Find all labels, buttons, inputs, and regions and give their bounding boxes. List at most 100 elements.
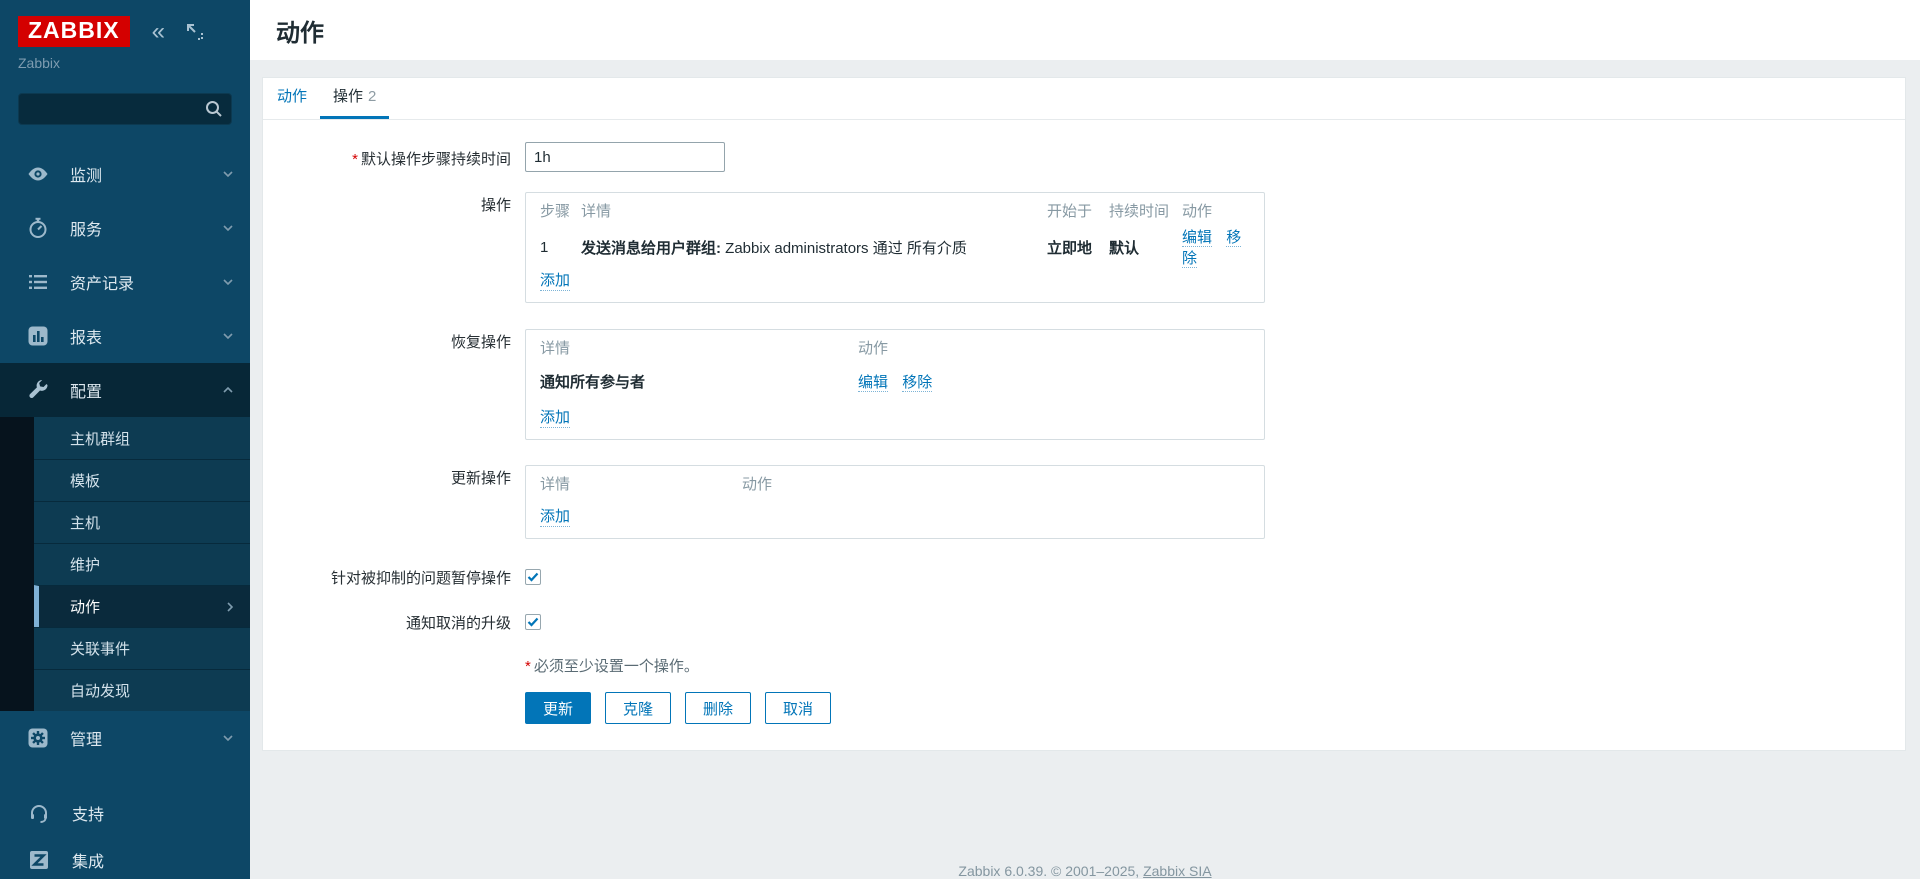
double-chevron-left-icon: «	[152, 22, 163, 42]
clone-button[interactable]: 克隆	[605, 692, 671, 724]
sidebar-item-label: 支持	[72, 801, 104, 825]
tab-action[interactable]: 动作	[264, 78, 320, 119]
add-update-link[interactable]: 添加	[540, 505, 570, 527]
zabbix-sia-link[interactable]: Zabbix SIA	[1143, 863, 1211, 879]
stopwatch-icon	[26, 216, 50, 240]
sidebar-item-support[interactable]: 支持	[0, 789, 250, 836]
operation-type: 发送消息给用户群组:	[581, 240, 721, 257]
expand-fullscreen-icon[interactable]	[185, 22, 205, 42]
pause-suppressed-row: 针对被抑制的问题暂停操作	[277, 565, 1891, 588]
page-footer: Zabbix 6.0.39. © 2001–2025, Zabbix SIA	[250, 863, 1920, 879]
main-menu: 监测 服务	[0, 147, 250, 879]
operation-step: 1	[540, 239, 581, 256]
page-header: 动作	[250, 0, 1920, 60]
sidebar-item-integrations[interactable]: 集成	[0, 836, 250, 879]
required-asterisk: *	[352, 151, 358, 168]
delete-button[interactable]: 删除	[685, 692, 751, 724]
remove-recovery-link[interactable]: 移除	[902, 374, 932, 392]
chevron-down-icon	[222, 734, 234, 742]
add-recovery-link[interactable]: 添加	[540, 406, 570, 428]
operations-table: 步骤 详情 开始于 持续时间 动作 1 发送消息给用户群组: Zabbix ad…	[525, 192, 1265, 303]
pause-suppressed-label: 针对被抑制的问题暂停操作	[277, 565, 511, 588]
wrench-icon	[26, 378, 50, 402]
sidebar-item-inventory[interactable]: 资产记录	[0, 255, 250, 309]
chevron-down-icon	[222, 170, 234, 178]
sidebar-item-actions[interactable]: 动作	[34, 585, 250, 627]
z-icon	[28, 849, 50, 871]
operation-duration: 默认	[1109, 237, 1182, 258]
chevron-up-icon	[222, 386, 234, 394]
chevron-right-icon	[226, 601, 234, 613]
sidebar-item-templates[interactable]: 模板	[34, 459, 250, 501]
edit-recovery-link[interactable]: 编辑	[858, 374, 888, 392]
recovery-operation-row: 通知所有参与者 编辑 移除	[540, 363, 1250, 400]
operation-row: 1 发送消息给用户群组: Zabbix administrators 通过 所有…	[540, 226, 1250, 263]
expand-glyph	[185, 22, 205, 42]
edit-operation-link[interactable]: 编辑	[1182, 229, 1212, 247]
col-header-duration: 持续时间	[1109, 200, 1182, 221]
duration-input[interactable]	[525, 142, 725, 172]
update-label: 更新操作	[277, 465, 511, 488]
tab-operations[interactable]: 操作2	[320, 78, 389, 119]
headset-icon	[28, 802, 50, 824]
sidebar-item-configuration[interactable]: 配置	[0, 363, 250, 417]
sidebar-item-services[interactable]: 服务	[0, 201, 250, 255]
col-header-action: 动作	[1182, 200, 1250, 221]
sidebar-item-maintenance[interactable]: 维护	[34, 543, 250, 585]
update-row: 更新操作 详情 动作 添加	[277, 465, 1891, 539]
page-title: 动作	[276, 13, 324, 48]
tab-operations-label: 操作	[333, 88, 363, 105]
check-icon	[527, 617, 539, 627]
col-header-start-in: 开始于	[1047, 200, 1109, 221]
update-table: 详情 动作 添加	[525, 465, 1265, 539]
sidebar-item-event-correlation[interactable]: 关联事件	[34, 627, 250, 669]
sidebar-item-label: 监测	[70, 162, 222, 186]
sidebar-item-administration[interactable]: 管理	[0, 711, 250, 765]
recovery-row: 恢复操作 详情 动作 通知所有参与者 编辑 移除	[277, 329, 1891, 440]
sidebar-item-hosts[interactable]: 主机	[34, 501, 250, 543]
sidebar-item-monitoring[interactable]: 监测	[0, 147, 250, 201]
list-icon	[26, 270, 50, 294]
operation-target: Zabbix administrators 通过 所有介质	[721, 240, 967, 257]
col-header-details: 详情	[540, 473, 742, 494]
col-header-action: 动作	[742, 473, 1250, 494]
update-button[interactable]: 更新	[525, 692, 591, 724]
sidebar: ZABBIX « Zabbix	[0, 0, 250, 879]
operation-start-in: 立即地	[1047, 237, 1109, 258]
pause-suppressed-checkbox[interactable]	[525, 569, 541, 585]
sidebar-item-discovery[interactable]: 自动发现	[34, 669, 250, 711]
action-edit-card: 动作 操作2 *默认操作步骤持续时间 操作	[262, 77, 1906, 751]
sidebar-item-reports[interactable]: 报表	[0, 309, 250, 363]
submenu-label: 动作	[70, 596, 226, 617]
chevron-down-icon	[222, 332, 234, 340]
submenu-label: 关联事件	[70, 638, 234, 659]
collapse-sidebar-icon[interactable]: «	[152, 22, 163, 42]
eye-icon	[26, 162, 50, 186]
main-content: 动作 动作 操作2 *默认操作步骤持续时间	[250, 0, 1920, 879]
duration-row: *默认操作步骤持续时间	[277, 142, 1891, 172]
recovery-operation-details: 通知所有参与者	[540, 371, 858, 392]
col-header-details: 详情	[581, 200, 1047, 221]
sidebar-item-label: 资产记录	[70, 270, 222, 294]
secondary-menu: 支持 集成	[0, 789, 250, 879]
sidebar-item-label: 服务	[70, 216, 222, 240]
required-asterisk: *	[525, 658, 531, 675]
tab-bar: 动作 操作2	[263, 78, 1905, 120]
add-operation-link[interactable]: 添加	[540, 269, 570, 291]
cancel-button[interactable]: 取消	[765, 692, 831, 724]
gear-icon	[26, 726, 50, 750]
sidebar-item-label: 集成	[72, 848, 104, 872]
search-input[interactable]	[18, 93, 232, 125]
recovery-table: 详情 动作 通知所有参与者 编辑 移除 添加	[525, 329, 1265, 440]
search-icon[interactable]	[204, 99, 224, 119]
chevron-down-icon	[222, 224, 234, 232]
footer-version-text: Zabbix 6.0.39. © 2001–2025,	[958, 863, 1143, 879]
zabbix-logo[interactable]: ZABBIX	[18, 16, 130, 47]
notify-cancel-checkbox[interactable]	[525, 614, 541, 630]
sidebar-item-host-groups[interactable]: 主机群组	[34, 417, 250, 459]
form-note: *必须至少设置一个操作。	[525, 655, 1891, 676]
submenu-label: 维护	[70, 554, 234, 575]
submenu-label: 主机群组	[70, 428, 234, 449]
recovery-operation-actions: 编辑 移除	[858, 371, 1250, 392]
bar-chart-icon	[26, 324, 50, 348]
